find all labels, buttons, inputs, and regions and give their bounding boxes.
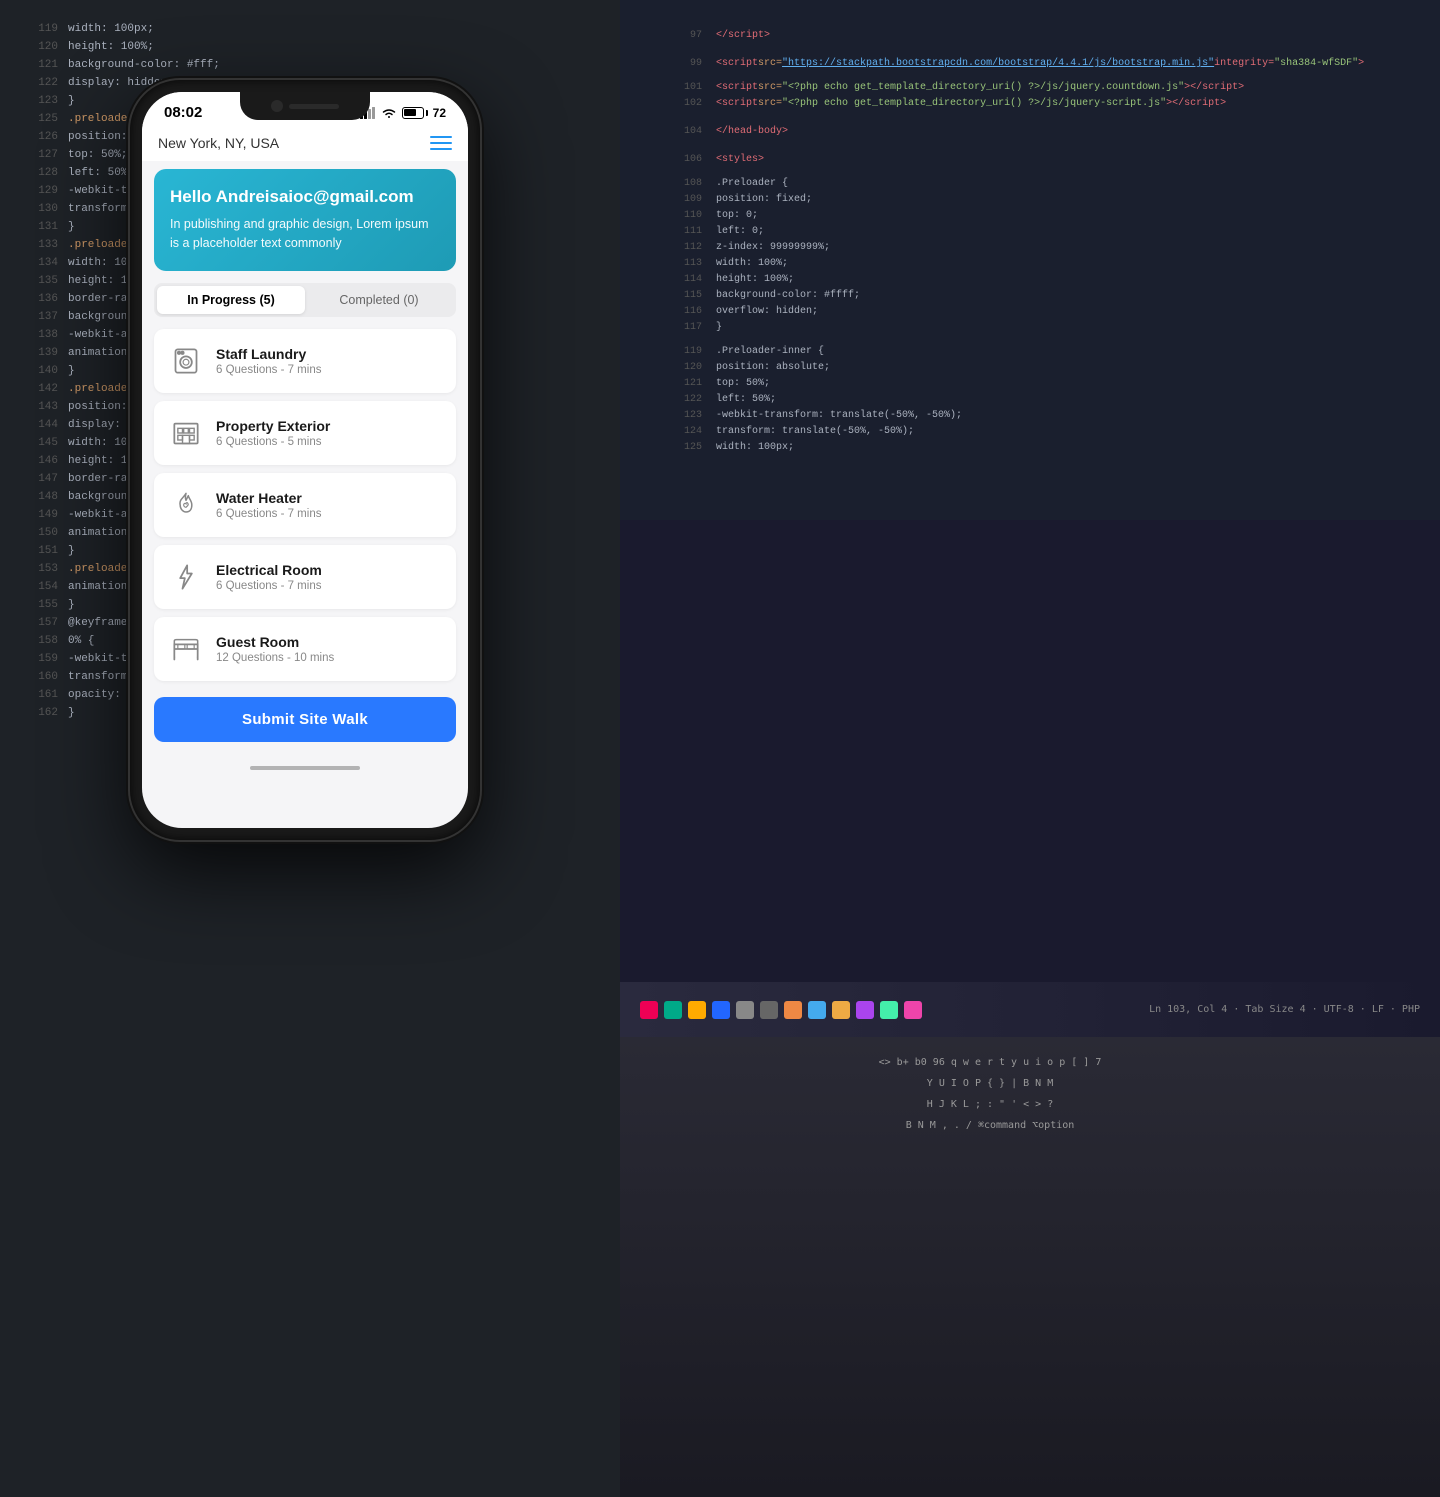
- hero-subtitle: In publishing and graphic design, Lorem …: [170, 215, 440, 253]
- hamburger-button[interactable]: [430, 136, 452, 150]
- list-item[interactable]: Guest Room 12 Questions - 10 mins: [154, 617, 456, 681]
- phone-screen: 08:02: [142, 92, 468, 828]
- item-title: Guest Room: [216, 634, 334, 650]
- status-icons: 72: [360, 106, 446, 120]
- item-subtitle: 6 Questions - 7 mins: [216, 508, 321, 520]
- fire-icon: [168, 487, 204, 523]
- taskbar: Ln 103, Col 4 · Tab Size 4 · UTF-8 · LF …: [620, 982, 1440, 1037]
- notch-speaker: [289, 104, 339, 109]
- list-container: Staff Laundry 6 Questions - 7 mins: [142, 325, 468, 685]
- wifi-icon: [381, 107, 397, 119]
- bed-icon: [168, 631, 204, 667]
- home-indicator: [142, 758, 468, 778]
- tabs-container: In Progress (5) Completed (0): [154, 283, 456, 317]
- item-title: Water Heater: [216, 490, 321, 506]
- home-bar: [250, 766, 360, 770]
- notch-camera: [271, 100, 283, 112]
- phone-notch: [240, 92, 370, 120]
- keyboard: <> b+ b0 96 q w e r t y u i o p [ ] 7 Y …: [620, 1037, 1440, 1497]
- hamburger-line-2: [430, 142, 452, 144]
- tab-completed[interactable]: Completed (0): [305, 286, 453, 314]
- hero-banner: Hello Andreisaioc@gmail.com In publishin…: [154, 169, 456, 271]
- list-item[interactable]: Water Heater 6 Questions - 7 mins: [154, 473, 456, 537]
- list-item[interactable]: Staff Laundry 6 Questions - 7 mins: [154, 329, 456, 393]
- building-icon: [168, 415, 204, 451]
- item-title: Property Exterior: [216, 418, 330, 434]
- submit-button[interactable]: Submit Site Walk: [154, 697, 456, 742]
- item-subtitle: 6 Questions - 7 mins: [216, 364, 321, 376]
- tab-in-progress[interactable]: In Progress (5): [157, 286, 305, 314]
- item-title: Electrical Room: [216, 562, 322, 578]
- hamburger-line-1: [430, 136, 452, 138]
- item-subtitle: 12 Questions - 10 mins: [216, 652, 334, 664]
- item-subtitle: 6 Questions - 5 mins: [216, 436, 330, 448]
- phone-frame: 08:02: [130, 80, 480, 840]
- laundry-icon: [168, 343, 204, 379]
- list-item[interactable]: Property Exterior 6 Questions - 5 mins: [154, 401, 456, 465]
- hamburger-line-3: [430, 148, 452, 150]
- nav-location: New York, NY, USA: [158, 135, 279, 151]
- bg-code-right: 97</script> 99<script src="https://stack…: [620, 0, 1440, 1497]
- nav-bar: New York, NY, USA: [142, 127, 468, 161]
- battery-level: 72: [433, 106, 446, 120]
- phone-container: 08:02: [130, 80, 480, 840]
- item-subtitle: 6 Questions - 7 mins: [216, 580, 322, 592]
- battery-icon: [402, 107, 428, 119]
- status-time: 08:02: [164, 104, 202, 121]
- hero-title: Hello Andreisaioc@gmail.com: [170, 187, 440, 207]
- submit-button-container: Submit Site Walk: [142, 685, 468, 758]
- list-item[interactable]: Electrical Room 6 Questions - 7 mins: [154, 545, 456, 609]
- item-title: Staff Laundry: [216, 346, 321, 362]
- electrical-icon: [168, 559, 204, 595]
